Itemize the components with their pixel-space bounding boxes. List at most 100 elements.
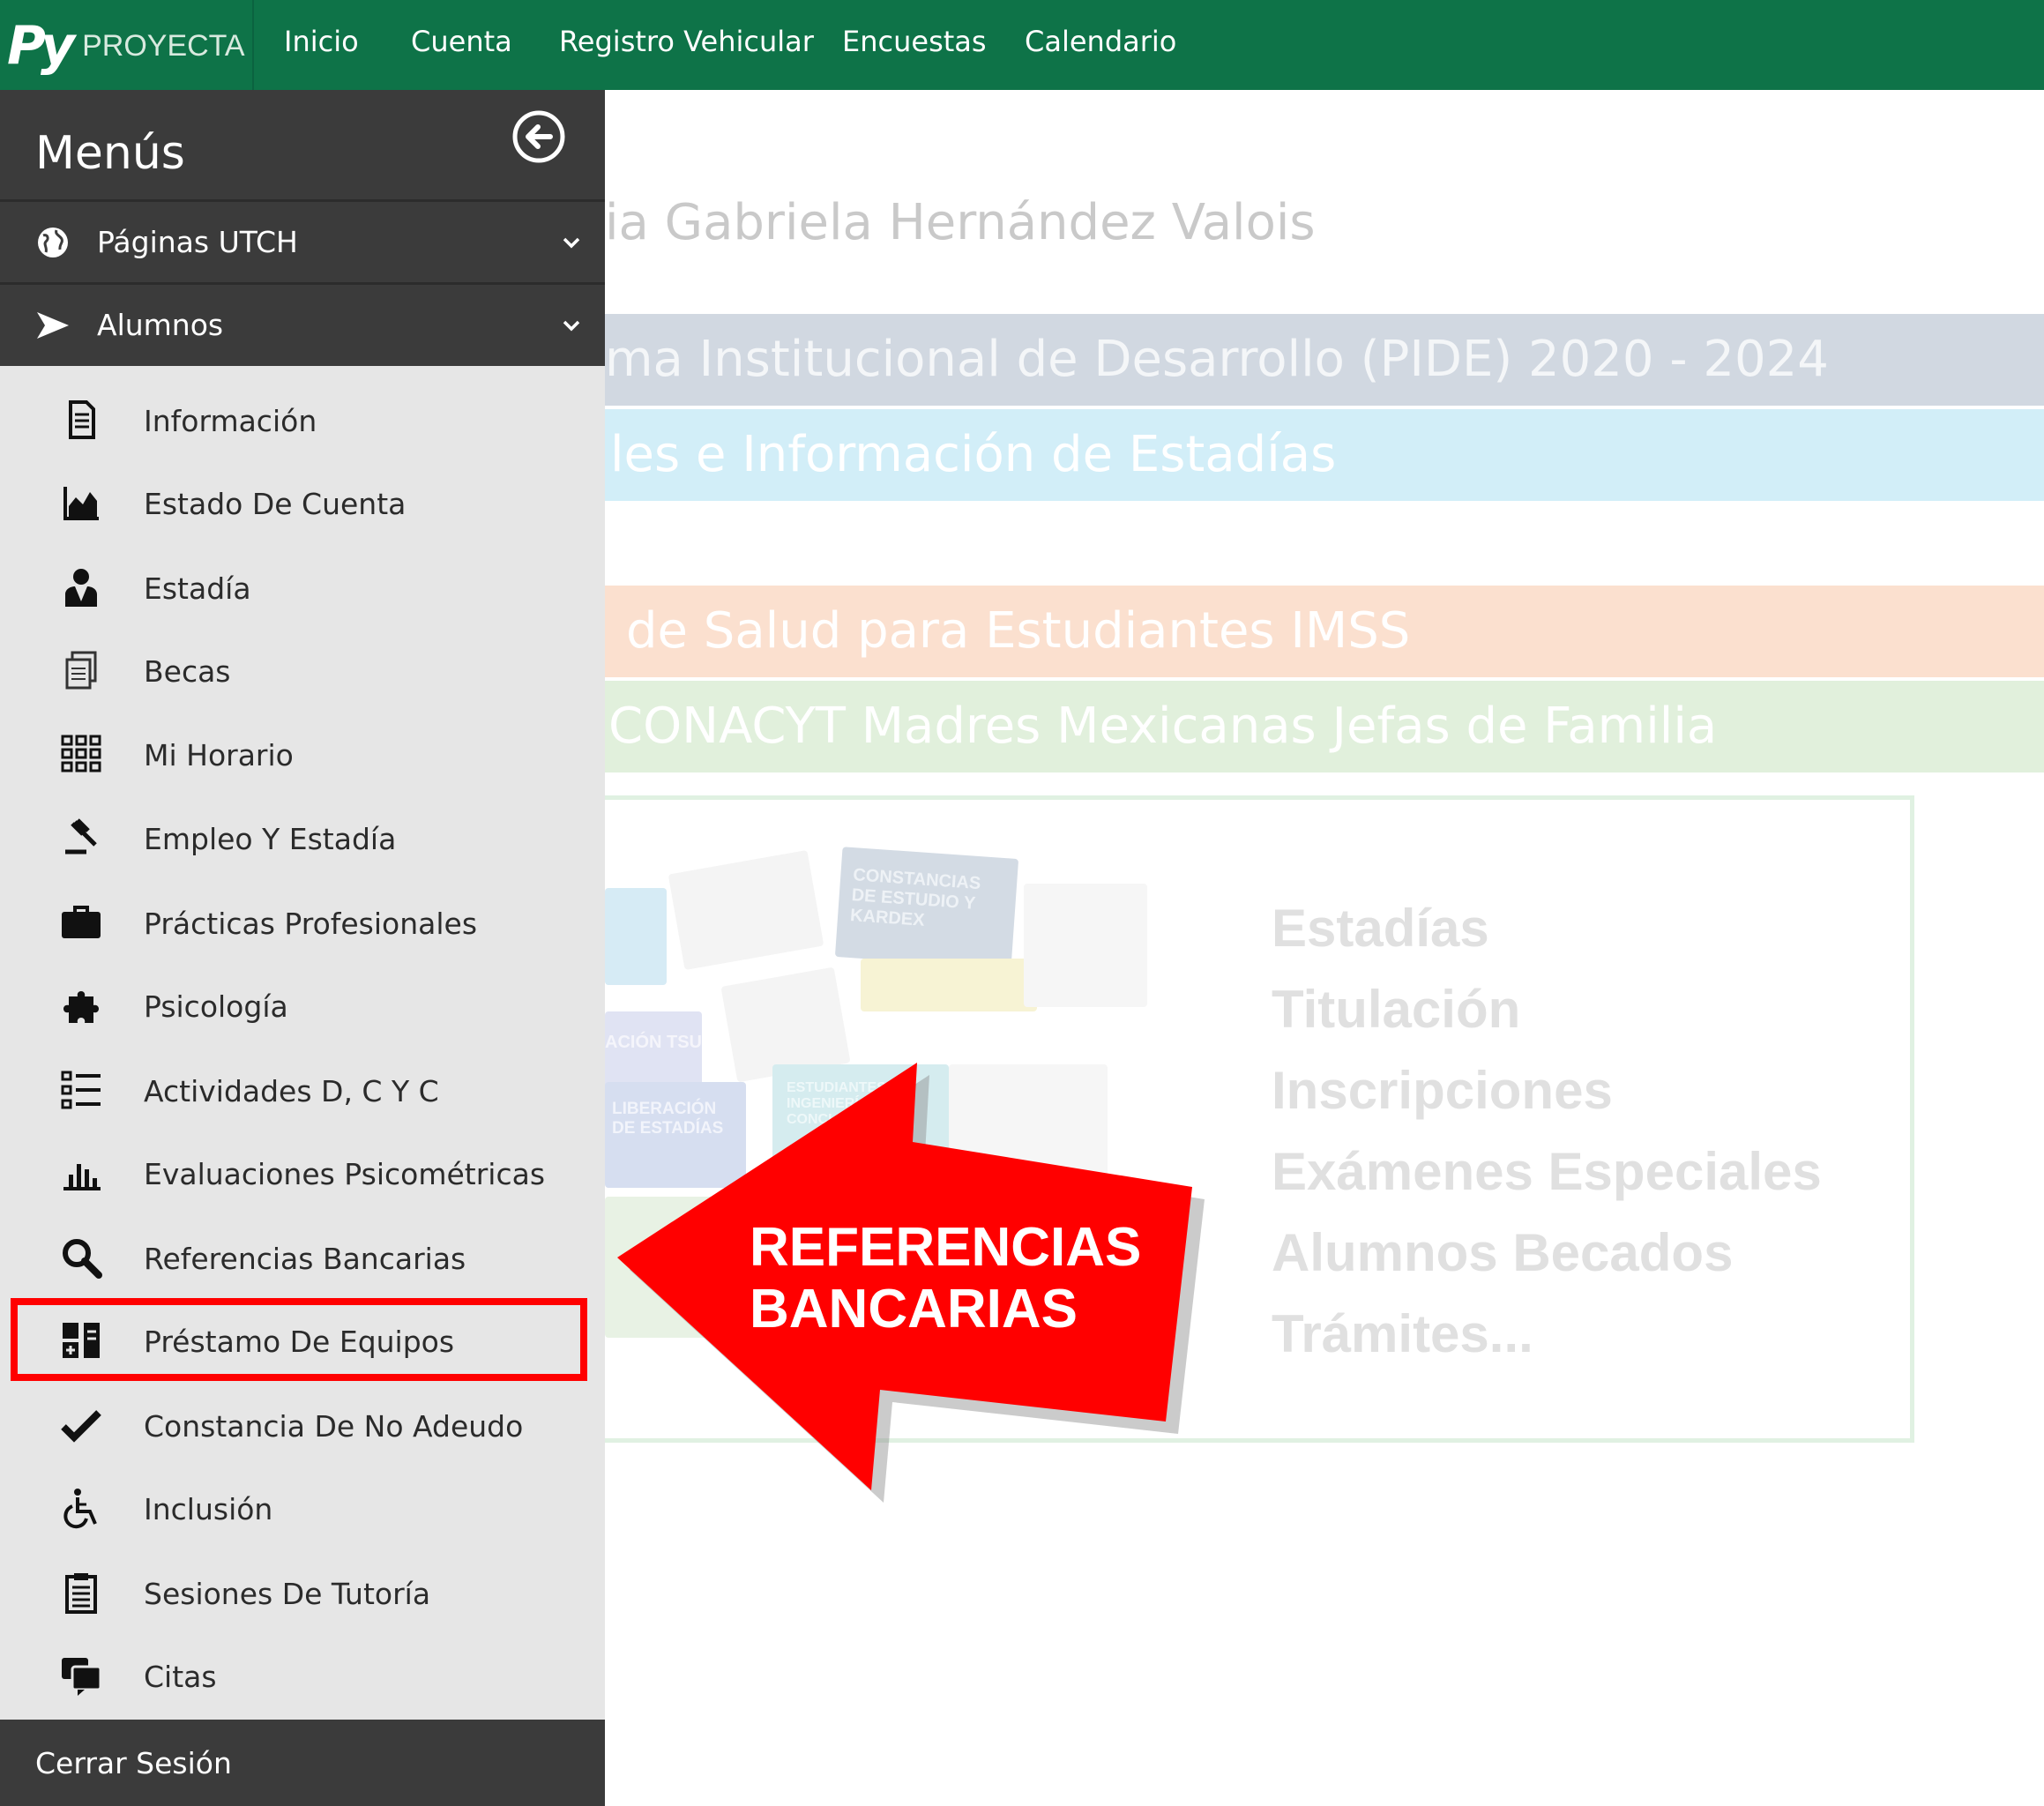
main-content: ia Gabriela Hernández Valois ma Instituc… [605,90,2044,1806]
menu-item-label: Información [144,404,317,438]
menu-item-actividades[interactable]: Actividades D, C Y C [0,1048,605,1131]
copy-icon [65,651,97,690]
briefcase-icon [62,906,101,938]
banner-conacyt-text: CONACYT Madres Mexicanas Jefas de Famili… [608,698,1718,755]
arrow-right-icon [37,312,69,339]
chat-icon [62,1658,102,1696]
area-chart-icon [63,487,99,520]
back-arrow-icon[interactable] [511,109,566,164]
nav-link-cuenta[interactable]: Cuenta [411,25,512,58]
promo-item-tramites: Trámites... [1272,1304,1533,1363]
annotation-label: REFERENCIAS BANCARIAS [750,1217,1141,1340]
menu-item-estadia[interactable]: Estadía [0,545,605,628]
banner-conacyt[interactable]: CONACYT Madres Mexicanas Jefas de Famili… [605,681,2044,772]
banner-pide-text: ma Institucional de Desarrollo (PIDE) 20… [605,331,1829,388]
section-paginas-utch[interactable]: Páginas UTCH [0,199,605,283]
navbar-divider [252,0,254,90]
menu-item-label: Constancia De No Adeudo [144,1409,524,1444]
bar-chart-icon [63,1164,101,1190]
puzzle-icon [63,991,99,1023]
promo-item-estadias: Estadías [1272,899,1489,958]
banner-estadias[interactable]: les e Información de Estadías [605,409,2044,501]
logo-text: PROYECTA [82,28,245,63]
banner-pide[interactable]: ma Institucional de Desarrollo (PIDE) 20… [605,314,2044,406]
menu-item-label: Sesiones De Tutoría [144,1577,431,1611]
promo-card-tsu: ACIÓN TSU [605,1011,702,1091]
check-icon [61,1410,101,1443]
document-icon [69,400,95,439]
menu-item-label: Evaluaciones Psicométricas [144,1157,546,1191]
search-icon [63,1239,102,1279]
user-greeting: ia Gabriela Hernández Valois [605,194,1316,251]
proyecta-logo[interactable]: Py PROYECTA [7,15,245,77]
menu-item-label: Citas [144,1660,217,1694]
promo-item-examenes: Exámenes Especiales [1272,1142,1822,1201]
promo-card-constancias: CONSTANCIAS DE ESTUDIO Y KARDEX [834,847,1019,969]
menu-item-mi-horario[interactable]: Mi Horario [0,712,605,795]
section-label: Páginas UTCH [97,225,298,259]
grid-icon [61,735,101,772]
menu-item-informacion[interactable]: Información [0,377,605,460]
logout-label: Cerrar Sesión [35,1746,232,1780]
menu-item-referencias-bancarias[interactable]: Referencias Bancarias [0,1215,605,1298]
highlight-box [11,1298,587,1381]
banner-estadias-text: les e Información de Estadías [610,426,1337,483]
menu-item-label: Empleo Y Estadía [144,822,397,856]
gavel-icon [65,818,97,854]
menu-item-sesiones-tutoria[interactable]: Sesiones De Tutoría [0,1550,605,1633]
nav-link-calendario[interactable]: Calendario [1025,25,1176,58]
promo-item-inscripciones: Inscripciones [1272,1061,1613,1120]
sidebar-menu: Menús Páginas UTCH Alumnos Información E… [0,90,605,1806]
promo-card-liberacion: LIBERACIÓN DE ESTADÍAS [605,1082,746,1188]
promo-item-becados: Alumnos Becados [1272,1223,1734,1282]
menu-item-label: Referencias Bancarias [144,1242,466,1276]
clipboard-icon [65,1573,97,1614]
list-icon [61,1071,101,1109]
promo-card [668,849,824,971]
user-tie-icon [65,569,97,607]
section-alumnos[interactable]: Alumnos [0,282,605,366]
promo-card [605,888,667,985]
menu-item-label: Mi Horario [144,738,294,772]
sidebar-title: Menús [35,127,185,180]
promo-card [861,959,1037,1011]
menu-item-psicologia[interactable]: Psicología [0,963,605,1046]
banner-imss-text: de Salud para Estudiantes IMSS [626,602,1411,660]
menu-item-citas[interactable]: Citas [0,1633,605,1716]
menu-item-label: Estado De Cuenta [144,487,407,521]
menu-item-empleo-y-estadia[interactable]: Empleo Y Estadía [0,795,605,878]
logout-button[interactable]: Cerrar Sesión [0,1720,605,1806]
nav-link-registro-vehicular[interactable]: Registro Vehicular [559,25,814,58]
sidebar-header: Menús [0,90,605,199]
annotation-line-1: REFERENCIAS [750,1217,1142,1278]
menu-item-label: Inclusión [144,1492,273,1526]
nav-link-encuestas[interactable]: Encuestas [842,25,987,58]
menu-item-becas[interactable]: Becas [0,628,605,711]
menu-item-label: Prácticas Profesionales [144,907,478,941]
nav-link-inicio[interactable]: Inicio [284,25,359,58]
menu-item-estado-de-cuenta[interactable]: Estado De Cuenta [0,460,605,543]
annotation-line-2: BANCARIAS [750,1279,1078,1340]
promo-card [1024,884,1147,1007]
promo-item-titulacion: Titulación [1272,980,1521,1039]
menu-item-label: Actividades D, C Y C [144,1074,439,1108]
menu-item-label: Estadía [144,571,251,606]
promo-card-ingenieria: ESTUDIANTES DE INGENIERÍA A CONCLUI ESTA [772,1064,949,1197]
chevron-down-icon [563,237,580,249]
top-navbar: Py PROYECTA Inicio Cuenta Registro Vehic… [0,0,2044,90]
chevron-down-icon [563,320,580,332]
promo-card [949,1064,1108,1205]
menu-item-inclusion[interactable]: Inclusión [0,1466,605,1549]
promo-panel[interactable]: CONSTANCIAS DE ESTUDIO Y KARDEX ACIÓN TS… [605,795,1914,1443]
wheelchair-icon [63,1489,97,1529]
section-label: Alumnos [97,308,224,342]
logo-mark: Py [7,15,75,77]
globe-icon [38,228,68,257]
menu-item-practicas-profesionales[interactable]: Prácticas Profesionales [0,880,605,963]
menu-item-evaluaciones[interactable]: Evaluaciones Psicométricas [0,1131,605,1213]
promo-topics: Estadías Titulación Inscripciones Exámen… [1272,888,1822,1375]
menu-item-constancia-no-adeudo[interactable]: Constancia De No Adeudo [0,1383,605,1466]
menu-item-label: Becas [144,654,231,689]
banner-imss[interactable]: de Salud para Estudiantes IMSS [605,586,2044,677]
menu-item-label: Psicología [144,989,288,1024]
